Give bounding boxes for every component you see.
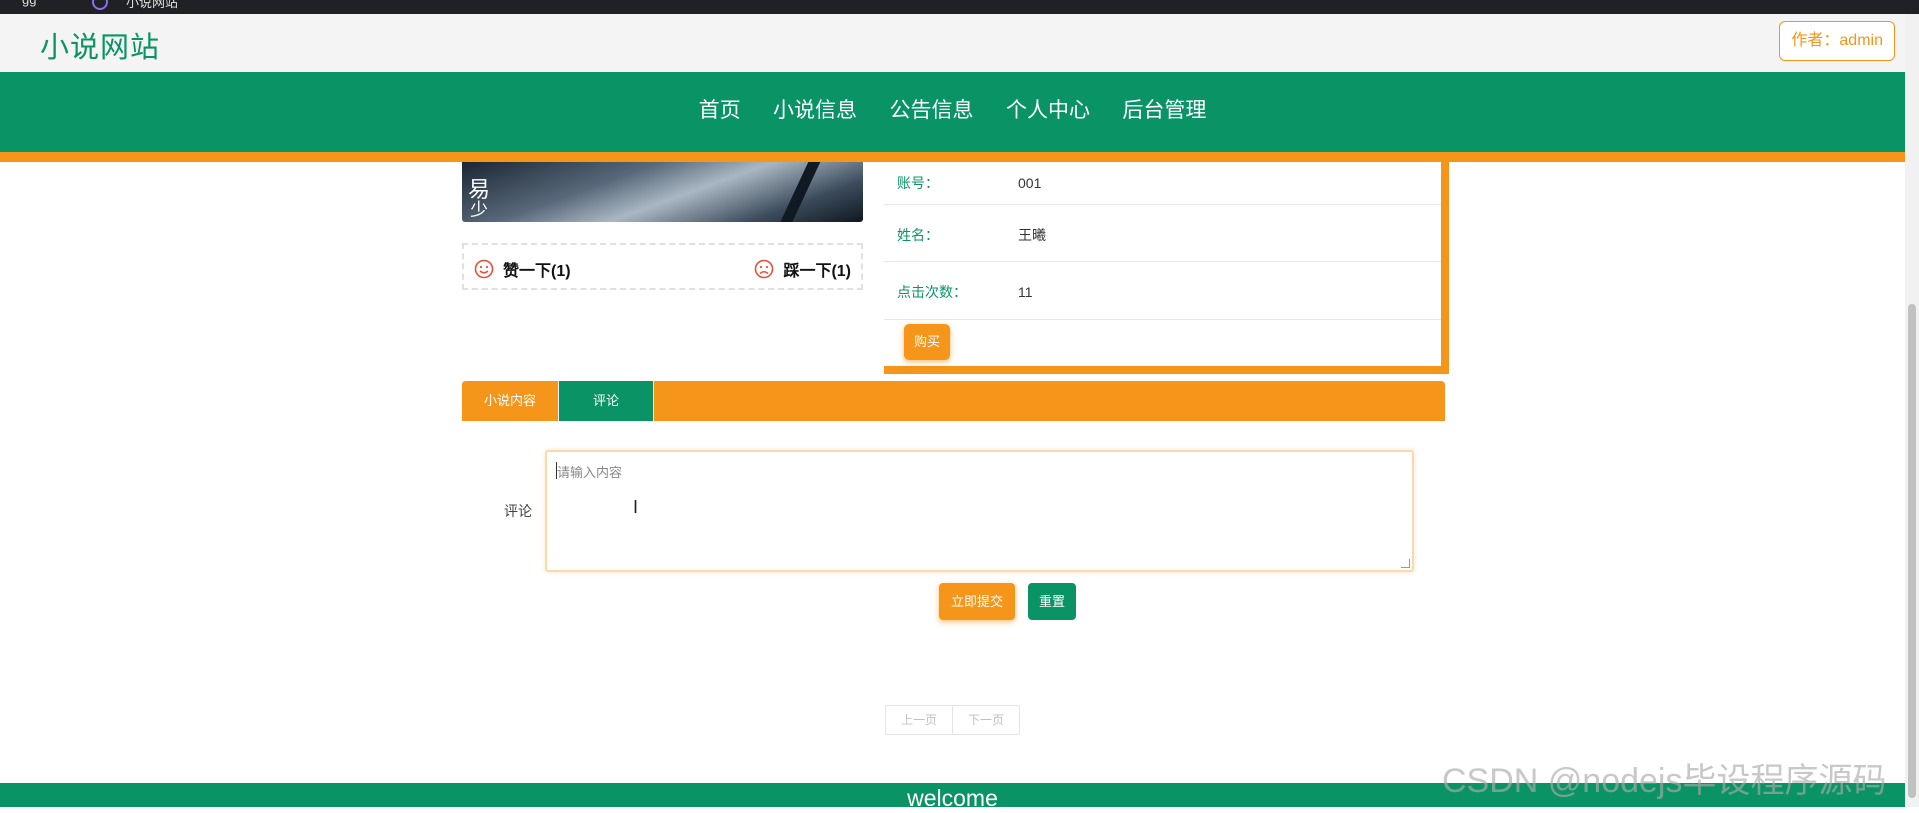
browser-tab-strip: gg 小说网站 <box>0 0 1919 14</box>
dislike-label: 踩一下(1) <box>783 263 851 280</box>
info-label: 姓名： <box>897 227 939 243</box>
ibeam-cursor-icon: I <box>633 497 639 517</box>
site-header: 小说网站 作者：admin <box>0 14 1905 72</box>
info-row-account: 账号： 001 <box>884 162 1441 205</box>
like-label: 赞一下(1) <box>503 263 571 280</box>
content-tabs: 小说内容 评论 <box>462 381 1445 421</box>
next-page-button[interactable]: 下一页 <box>952 706 1019 734</box>
nav-item-personal-center[interactable]: 个人中心 <box>1006 72 1090 149</box>
watermark: CSDN @nodejs毕设程序源码 <box>1442 762 1887 800</box>
tab-novel-content[interactable]: 小说内容 <box>462 381 558 421</box>
prev-page-button[interactable]: 上一页 <box>886 706 952 734</box>
browser-tab-left-text[interactable]: gg <box>22 0 36 7</box>
vote-box: 赞一下(1) 踩一下(1) <box>462 243 863 290</box>
like-button[interactable]: 赞一下(1) <box>474 257 571 281</box>
info-label: 账号： <box>897 175 939 191</box>
page-scrollbar[interactable] <box>1905 14 1919 807</box>
reset-button[interactable]: 重置 <box>1028 583 1076 620</box>
comment-textarea[interactable]: 请输入内容 I <box>545 450 1414 572</box>
buy-button[interactable]: 购买 <box>904 324 950 360</box>
info-value: 王曦 <box>1018 227 1046 243</box>
submit-button[interactable]: 立即提交 <box>939 583 1015 620</box>
footer-welcome-text: welcome <box>907 785 998 811</box>
dislike-button[interactable]: 踩一下(1) <box>754 257 851 281</box>
browser-tab-title[interactable]: 小说网站 <box>126 0 178 11</box>
smile-face-icon <box>474 259 494 279</box>
nav-item-notices[interactable]: 公告信息 <box>890 72 974 149</box>
tab-comments[interactable]: 评论 <box>558 381 654 421</box>
nav-item-novels[interactable]: 小说信息 <box>773 72 857 149</box>
nav-item-admin[interactable]: 后台管理 <box>1122 72 1206 149</box>
browser-tab-favicon-icon <box>92 0 108 10</box>
frown-face-icon <box>755 259 774 279</box>
cover-artwork-stripe <box>775 162 821 222</box>
pagination: 上一页 下一页 <box>885 705 1020 735</box>
resize-handle-icon[interactable] <box>1401 559 1410 568</box>
scrollbar-thumb[interactable] <box>1908 304 1916 798</box>
novel-cover-image: 易 少 <box>462 162 863 222</box>
comment-placeholder: 请输入内容 <box>557 465 623 480</box>
info-value: 11 <box>1018 284 1033 300</box>
comment-field-label: 评论 <box>504 503 532 519</box>
site-title[interactable]: 小说网站 <box>40 24 160 66</box>
main-nav: 首页 小说信息 公告信息 个人中心 后台管理 <box>0 72 1905 162</box>
author-button[interactable]: 作者：admin <box>1779 21 1895 61</box>
info-row-name: 姓名： 王曦 <box>884 204 1441 262</box>
info-label: 点击次数： <box>897 284 967 300</box>
cover-title-glyph: 少 <box>470 200 488 221</box>
info-value: 001 <box>1018 175 1042 191</box>
nav-item-home[interactable]: 首页 <box>699 72 741 149</box>
novel-info-panel: 账号： 001 姓名： 王曦 点击次数： 11 购买 <box>884 162 1449 374</box>
info-row-clicks: 点击次数： 11 <box>884 262 1441 320</box>
